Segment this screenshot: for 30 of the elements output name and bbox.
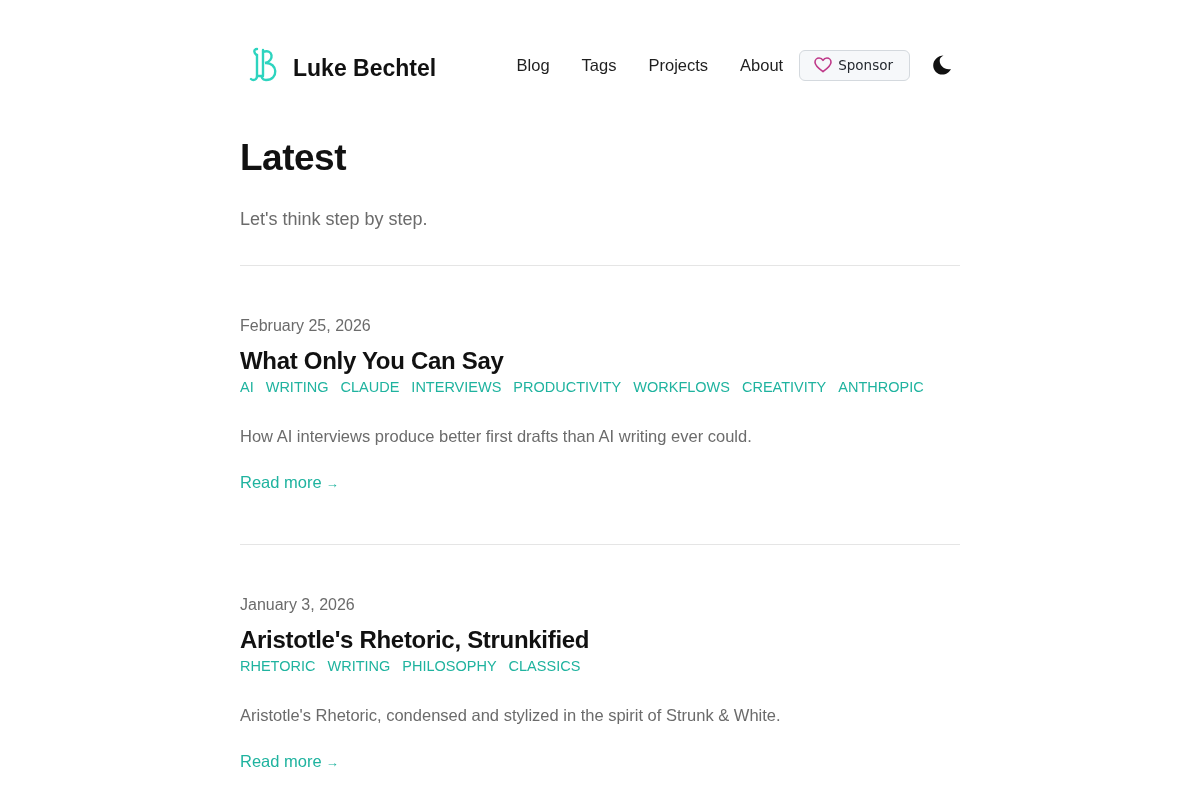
nav-link[interactable]: Projects — [632, 55, 725, 75]
tagline: Let's think step by step. — [240, 208, 429, 231]
post-date: January 3, 2026 — [240, 595, 356, 615]
nav-link[interactable]: Tags — [565, 55, 633, 75]
tag-link[interactable]: ANTHROPIC — [838, 377, 924, 397]
post-excerpt: How AI interviews produce better first drafts than AI writing ever could. — [240, 426, 753, 447]
tag-link[interactable]: CREATIVITY — [741, 377, 827, 397]
tag-link[interactable]: CLASSICS — [508, 656, 581, 676]
read-more-link[interactable]: Read more → — [240, 473, 339, 491]
heart-icon — [814, 57, 833, 73]
post-title[interactable]: Aristotle's Rhetoric, Strunkified — [240, 625, 590, 655]
tag-link[interactable]: RHETORIC — [240, 656, 316, 676]
post-excerpt: Aristotle's Rhetoric, condensed and stylized in the spirit of Strunk & White. — [240, 705, 782, 726]
tag-link[interactable]: WRITING — [327, 656, 391, 676]
nav-link[interactable]: Blog — [500, 55, 566, 75]
tag-link[interactable]: AI — [240, 377, 254, 397]
read-more-link[interactable]: Read more → — [240, 752, 339, 770]
tag-link[interactable]: WORKFLOWS — [633, 377, 730, 397]
tag-link[interactable]: PHILOSOPHY — [402, 656, 497, 676]
tag-link[interactable]: WRITING — [265, 377, 329, 397]
tag-link[interactable]: PRODUCTIVITY — [513, 377, 622, 397]
nav-link[interactable]: About — [724, 55, 800, 75]
sponsor-button[interactable]: Sponsor — [799, 49, 910, 81]
tag-link[interactable]: CLAUDE — [340, 377, 400, 397]
post-title[interactable]: What Only You Can Say — [240, 346, 504, 376]
site-title[interactable]: Luke Bechtel — [293, 54, 437, 82]
post-date: February 25, 2026 — [240, 316, 372, 336]
moon-icon — [932, 55, 952, 75]
page-heading: Latest — [240, 136, 347, 180]
tag-link[interactable]: INTERVIEWS — [411, 377, 502, 397]
